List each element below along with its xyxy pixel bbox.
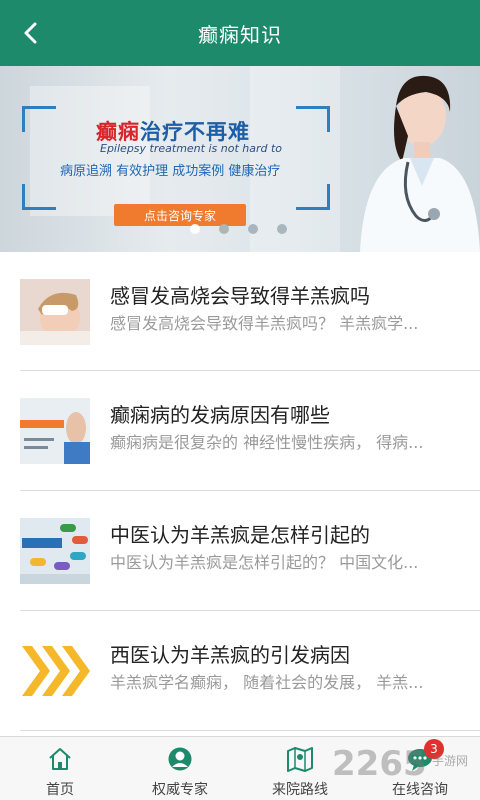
back-button[interactable] [14,17,46,49]
tab-label: 权威专家 [152,782,208,798]
article-thumbnail [20,398,90,464]
tab-label: 首页 [46,782,74,798]
article-summary: 羊羔疯学名癫痫， 随着社会的发展， 羊羔... [110,673,424,692]
frame-corner [22,106,56,132]
yellow-arrows-image [20,638,90,704]
list-item[interactable]: 西医认为羊羔疯的引发病因 羊羔疯学名癫痫， 随着社会的发展， 羊羔... [0,611,480,729]
article-thumbnail [20,638,90,704]
frame-corner [22,184,56,210]
tab-label: 来院路线 [272,782,328,798]
banner-tags: 病原追溯 有效护理 成功案例 健康治疗 [60,164,281,179]
article-title: 中医认为羊羔疯是怎样引起的 [110,523,370,547]
list-item[interactable]: 感冒发高烧会导致得羊羔疯吗 感冒发高烧会导致得羊羔疯吗？ 羊羔疯学... [0,252,480,370]
article-summary: 感冒发高烧会导致得羊羔疯吗？ 羊羔疯学... [110,314,419,333]
tab-experts[interactable]: 权威专家 [120,737,240,800]
watermark-logo: 2265 [332,744,427,784]
article-summary: 癫痫病是很复杂的 神经性慢性疾病， 得病... [110,433,424,452]
carousel-dot[interactable] [190,224,200,234]
list-item[interactable]: 癫痫病的发病原因有哪些 癫痫病是很复杂的 神经性慢性疾病， 得病... [0,371,480,489]
header-bar: 癫痫知识 [0,0,480,66]
consult-expert-button[interactable]: 点击咨询专家 [114,204,246,226]
pills-image [20,518,90,584]
article-thumbnail [20,518,90,584]
article-title: 癫痫病的发病原因有哪些 [110,403,330,427]
article-title: 西医认为羊羔疯的引发病因 [110,643,350,667]
page-title: 癫痫知识 [198,22,282,47]
carousel-indicator [190,224,287,234]
divider [20,730,480,731]
watermark-text: 手游网 [432,754,469,768]
frame-corner [296,106,330,132]
expert-icon [166,745,194,773]
article-summary: 中医认为羊羔疯是怎样引起的？ 中国文化... [110,553,419,572]
article-thumbnail [20,279,90,345]
frame-corner [296,184,330,210]
carousel-dot[interactable] [248,224,258,234]
list-item[interactable]: 中医认为羊羔疯是怎样引起的 中医认为羊羔疯是怎样引起的？ 中国文化... [0,491,480,609]
promo-banner[interactable]: 癫痫治疗不再难 Epilepsy treatment is not hard t… [0,66,480,252]
home-icon [46,745,74,773]
carousel-dot[interactable] [277,224,287,234]
medical-poster-image [20,398,90,464]
sick-child-image [20,279,90,345]
carousel-dot[interactable] [219,224,229,234]
doctor-illustration [360,75,480,252]
article-title: 感冒发高烧会导致得羊羔疯吗 [110,284,370,308]
tab-home[interactable]: 首页 [0,737,120,800]
map-icon [286,745,314,773]
banner-subtitle: Epilepsy treatment is not hard to [100,142,283,155]
chevron-left-icon [24,22,37,44]
